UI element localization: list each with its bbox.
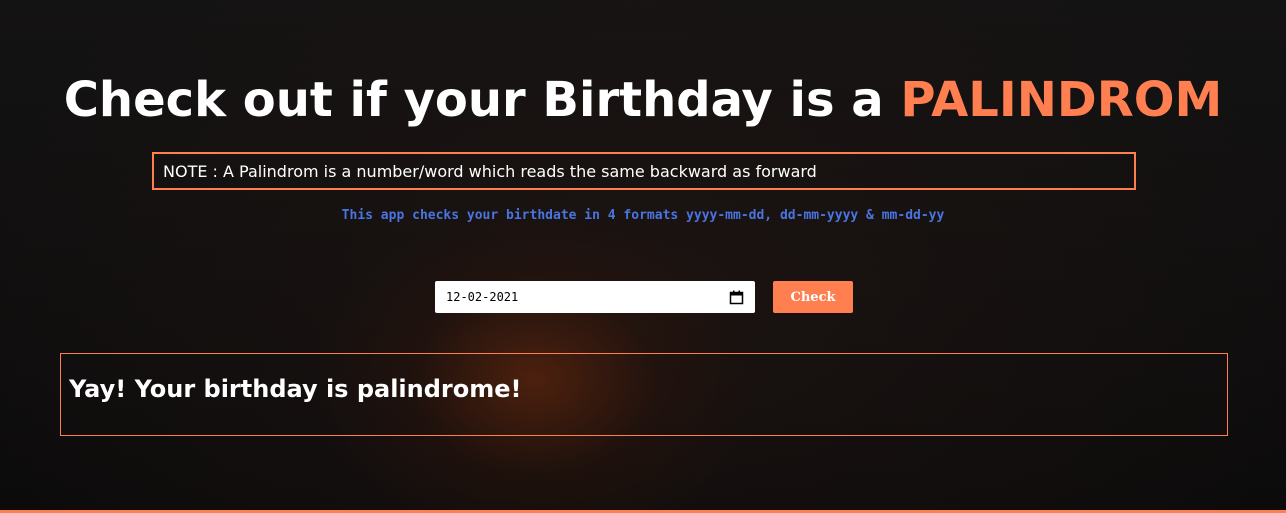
check-button[interactable]: Check xyxy=(773,281,853,313)
title-prefix: Check out if your Birthday is a xyxy=(63,72,901,128)
result-box: Yay! Your birthday is palindrome! xyxy=(60,353,1228,436)
calendar-icon[interactable] xyxy=(729,290,744,305)
title-highlight: PALINDROM xyxy=(900,72,1223,128)
note-text: NOTE : A Palindrom is a number/word whic… xyxy=(163,161,817,181)
result-message: Yay! Your birthday is palindrome! xyxy=(69,375,522,403)
birthdate-value[interactable]: 12-02-2021 xyxy=(446,290,729,304)
formats-info-text: This app checks your birthdate in 4 form… xyxy=(341,208,945,223)
note-box: NOTE : A Palindrom is a number/word whic… xyxy=(152,152,1136,190)
page-title: Check out if your Birthday is a PALINDRO… xyxy=(0,70,1286,130)
birthdate-input[interactable]: 12-02-2021 xyxy=(435,281,755,313)
